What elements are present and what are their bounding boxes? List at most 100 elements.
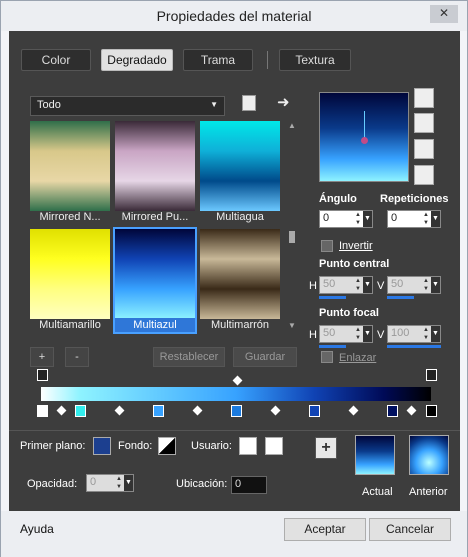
spinner-arrows-icon[interactable]: ▲ ▼: [355, 211, 363, 227]
repeats-value: 0: [391, 212, 398, 224]
gradient-item[interactable]: Mirrored N...: [30, 121, 110, 224]
angle-spinner[interactable]: 0 ▲ ▼ ▼: [319, 210, 373, 228]
location-label: Ubicación:: [176, 478, 228, 490]
current-label: Actual: [362, 486, 393, 498]
foreground-label: Primer plano:: [20, 440, 86, 452]
chevron-down-icon[interactable]: ▼: [363, 211, 372, 227]
color-stop[interactable]: [153, 405, 164, 417]
tab-color[interactable]: Color: [21, 49, 91, 71]
material-properties-dialog: Propiedades del material ✕ Color Degrada…: [0, 0, 468, 557]
rectangular-type-button[interactable]: [414, 113, 434, 133]
gradient-scrollbar[interactable]: ▲ ▼: [287, 121, 297, 334]
repeats-spinner[interactable]: 0 ▲ ▼ ▼: [387, 210, 441, 228]
chevron-down-icon[interactable]: ▼: [431, 211, 440, 227]
reset-button[interactable]: Restablecer: [153, 347, 225, 367]
link-checkbox[interactable]: [321, 351, 333, 363]
remove-gradient-button[interactable]: -: [65, 347, 89, 367]
chevron-down-icon[interactable]: ▼: [363, 326, 372, 342]
color-stop[interactable]: [309, 405, 320, 417]
gradient-item[interactable]: Multiagua: [200, 121, 280, 224]
radial-type-button[interactable]: [414, 139, 434, 159]
color-stop[interactable]: [231, 405, 242, 417]
gradient-label: Multiamarillo: [39, 319, 101, 331]
color-stop[interactable]: [387, 405, 398, 417]
color-stop[interactable]: [426, 405, 437, 417]
focal-v-spinner[interactable]: 100 ▲ ▼ ▼: [387, 325, 441, 343]
spinner-arrows-icon[interactable]: ▲ ▼: [116, 475, 124, 491]
gradient-item[interactable]: Multimarrón: [200, 229, 280, 332]
category-value: Todo: [37, 99, 61, 111]
gradient-swatch: [200, 229, 280, 319]
gradient-swatch: [30, 121, 110, 211]
center-h-spinner[interactable]: 50 ▲ ▼ ▼: [319, 276, 373, 294]
invert-checkbox[interactable]: [321, 240, 333, 252]
center-point-label: Punto central: [319, 258, 390, 270]
focal-h-spinner[interactable]: 50 ▲ ▼ ▼: [319, 325, 373, 343]
gradient-preview[interactable]: [319, 92, 409, 182]
opacity-value: 0: [90, 476, 97, 488]
tab-gradient[interactable]: Degradado: [101, 49, 173, 71]
chevron-down-icon[interactable]: ▼: [431, 326, 440, 342]
foreground-swatch[interactable]: [93, 437, 111, 455]
center-v-spinner[interactable]: 50 ▲ ▼ ▼: [387, 276, 441, 294]
center-v-label: V: [377, 280, 385, 292]
color-stop[interactable]: [37, 405, 48, 417]
title-bar: Propiedades del material ✕: [1, 1, 467, 31]
opacity-label: Opacidad:: [27, 478, 78, 490]
opacity-spinner[interactable]: 0 ▲ ▼ ▼: [86, 474, 134, 492]
focal-v-slider[interactable]: [387, 345, 441, 348]
center-h-slider[interactable]: [319, 296, 346, 299]
save-button[interactable]: Guardar: [233, 347, 297, 367]
add-stop-button[interactable]: +: [315, 437, 337, 459]
accept-button[interactable]: Aceptar: [284, 518, 366, 541]
linear-type-button[interactable]: [414, 88, 434, 108]
user-color-swatch[interactable]: [265, 437, 283, 455]
sunburst-type-button[interactable]: [414, 165, 434, 185]
gradient-item-selected[interactable]: Multiazul: [113, 227, 197, 334]
arrow-right-icon[interactable]: ➜: [277, 93, 290, 111]
center-v-slider[interactable]: [387, 296, 414, 299]
cancel-button[interactable]: Cancelar: [369, 518, 451, 541]
spinner-arrows-icon[interactable]: ▲ ▼: [423, 211, 431, 227]
gradient-menu-icon[interactable]: [242, 95, 256, 111]
scroll-down-icon[interactable]: ▼: [287, 321, 297, 330]
focal-h-slider[interactable]: [319, 345, 346, 348]
category-dropdown[interactable]: Todo ▼: [30, 96, 225, 116]
spinner-arrows-icon[interactable]: ▲ ▼: [423, 326, 431, 342]
focal-v-value: 100: [391, 327, 410, 339]
angle-value: 0: [323, 212, 330, 224]
gradient-label: Mirrored N...: [39, 211, 101, 223]
background-swatch[interactable]: [158, 437, 176, 455]
spinner-arrows-icon[interactable]: ▲ ▼: [423, 277, 431, 293]
repeats-label: Repeticiones: [380, 193, 449, 205]
chevron-down-icon[interactable]: ▼: [363, 277, 372, 293]
center-h-label: H: [309, 280, 317, 292]
link-label: Enlazar: [339, 352, 377, 364]
gradient-item[interactable]: Multiamarillo: [30, 229, 110, 332]
add-gradient-button[interactable]: +: [30, 347, 54, 367]
previous-preview: [409, 435, 449, 475]
gradient-item[interactable]: Mirrored Pu...: [115, 121, 195, 224]
user-color-swatch[interactable]: [239, 437, 257, 455]
chevron-down-icon[interactable]: ▼: [431, 277, 440, 293]
gradient-editor-bar[interactable]: [41, 387, 431, 401]
scroll-thumb[interactable]: [289, 231, 295, 243]
opacity-stop-start[interactable]: [37, 369, 48, 381]
help-link[interactable]: Ayuda: [20, 522, 54, 536]
opacity-stop-end[interactable]: [426, 369, 437, 381]
spinner-arrows-icon[interactable]: ▲ ▼: [355, 277, 363, 293]
stop-settings-panel: Primer plano: Fondo: Usuario: Opacidad: …: [9, 430, 460, 511]
chevron-down-icon: ▼: [210, 100, 218, 109]
tab-separator: [267, 51, 268, 69]
color-stop[interactable]: [75, 405, 86, 417]
scroll-up-icon[interactable]: ▲: [287, 121, 297, 130]
invert-label: Invertir: [339, 240, 373, 252]
location-input[interactable]: 0: [231, 476, 267, 494]
tab-texture[interactable]: Textura: [279, 49, 351, 71]
close-button[interactable]: ✕: [430, 5, 458, 23]
tab-pattern[interactable]: Trama: [183, 49, 253, 71]
center-handle[interactable]: [361, 137, 368, 144]
chevron-down-icon[interactable]: ▼: [124, 475, 133, 491]
center-v-value: 50: [391, 278, 404, 290]
spinner-arrows-icon[interactable]: ▲ ▼: [355, 326, 363, 342]
